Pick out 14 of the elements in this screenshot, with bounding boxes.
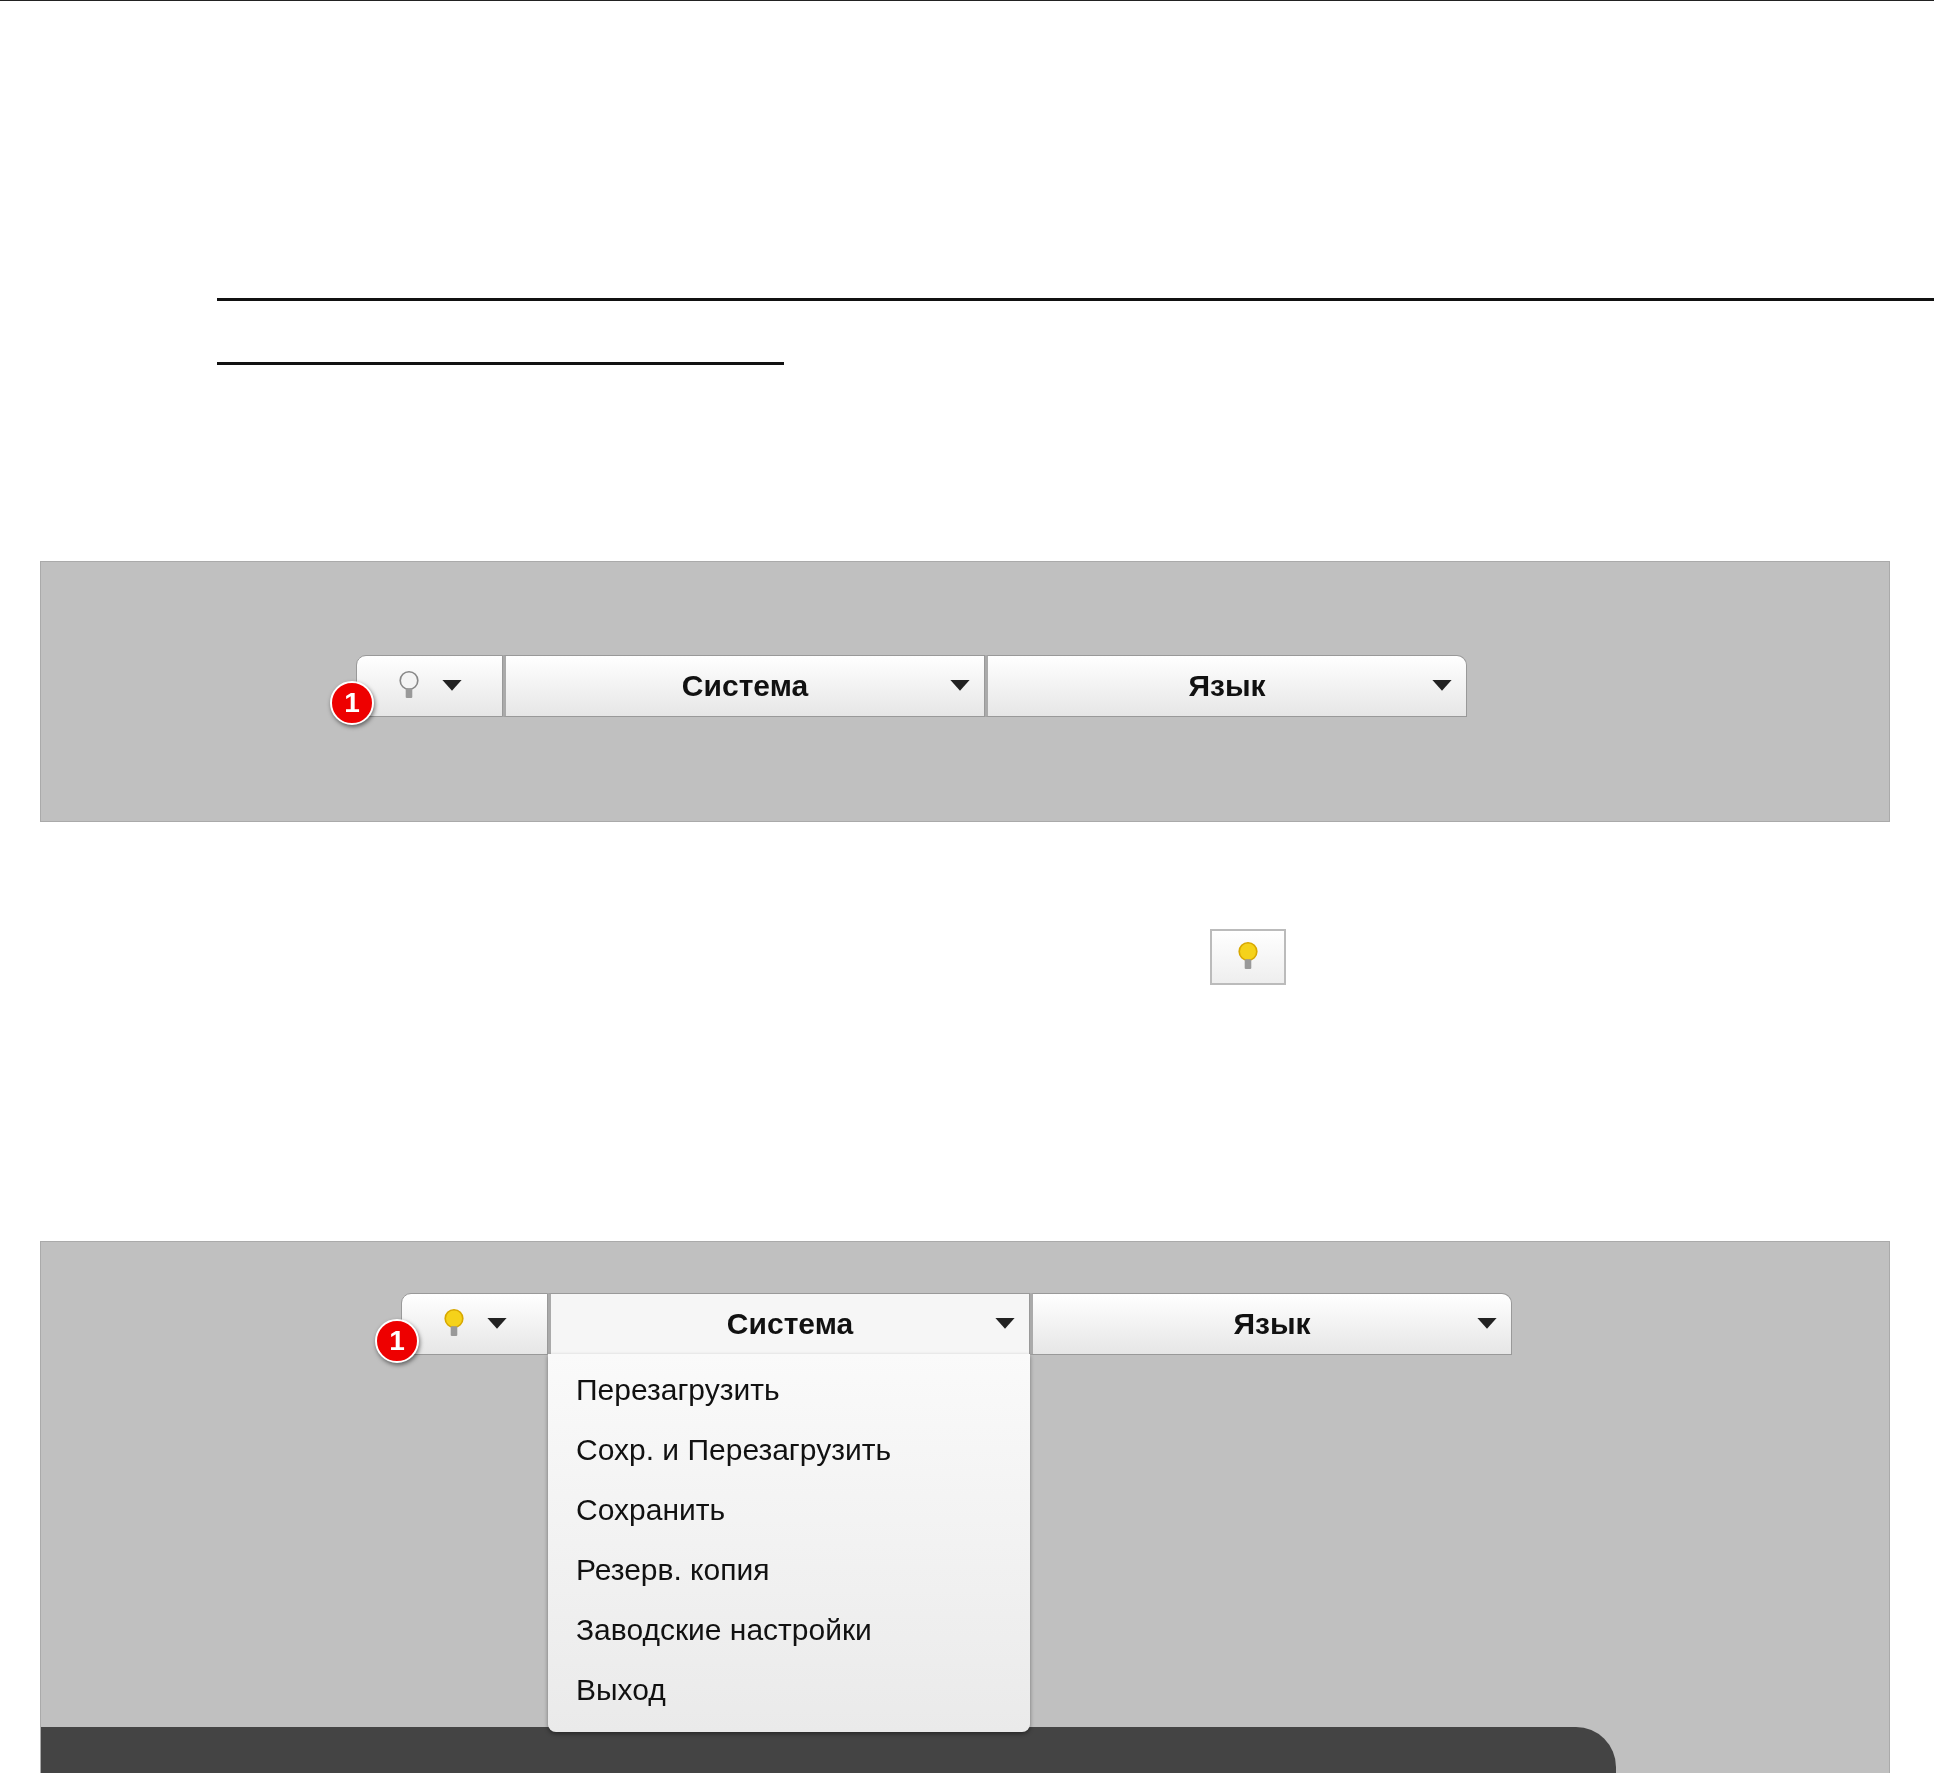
caret-icon	[995, 1318, 1015, 1330]
caret-icon	[1477, 1318, 1497, 1330]
caret-icon	[441, 680, 462, 692]
step-badge: 1	[375, 1319, 419, 1363]
menu-item[interactable]: Резерв. копия	[548, 1540, 1030, 1600]
caret-icon	[486, 1318, 507, 1330]
menu-item[interactable]: Сохр. и Перезагрузить	[548, 1420, 1030, 1480]
menu-item[interactable]: Перезагрузить	[548, 1360, 1030, 1420]
menu-item[interactable]: Заводские настройки	[548, 1600, 1030, 1660]
step-badge: 1	[330, 681, 374, 725]
menu-item[interactable]: Сохранить	[548, 1480, 1030, 1540]
menu-item[interactable]: Выход	[548, 1660, 1030, 1720]
caret-icon	[1432, 680, 1452, 692]
caret-icon	[950, 680, 970, 692]
